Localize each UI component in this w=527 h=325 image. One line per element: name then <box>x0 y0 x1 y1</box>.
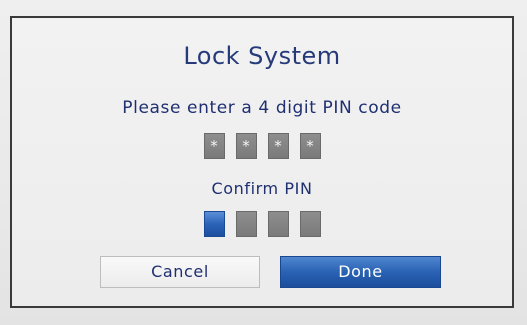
confirm-digit-2[interactable] <box>235 211 257 237</box>
pin-digit-2[interactable]: * <box>235 133 257 159</box>
pin-digit-4[interactable]: * <box>299 133 321 159</box>
tv-screen: Lock System Please enter a 4 digit PIN c… <box>0 0 527 325</box>
pin-digit-1[interactable]: * <box>203 133 225 159</box>
confirm-pin-label: Confirm PIN <box>211 179 313 198</box>
confirm-digit-1[interactable] <box>203 211 225 237</box>
cancel-button[interactable]: Cancel <box>100 256 260 288</box>
pin-digit-3[interactable]: * <box>267 133 289 159</box>
confirm-digit-3[interactable] <box>267 211 289 237</box>
pin-entry-row: * * * * <box>12 133 512 159</box>
dialog-title: Lock System <box>183 42 341 70</box>
pin-prompt: Please enter a 4 digit PIN code <box>122 98 402 118</box>
lock-system-dialog: Lock System Please enter a 4 digit PIN c… <box>10 16 514 308</box>
confirm-pin-row <box>12 211 512 237</box>
done-button[interactable]: Done <box>280 256 441 288</box>
confirm-digit-4[interactable] <box>299 211 321 237</box>
